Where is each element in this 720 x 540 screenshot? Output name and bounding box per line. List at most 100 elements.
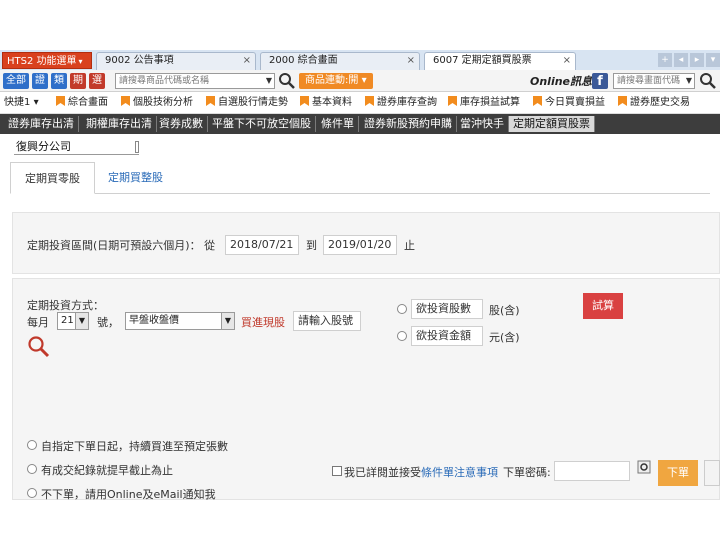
quick-item-label: 個股技術分析 [133, 97, 193, 108]
search-icon[interactable] [27, 335, 51, 359]
amount-radio[interactable] [397, 331, 407, 341]
stock-code-input[interactable]: 請輸入股號 [293, 311, 361, 331]
bookmark-icon [300, 96, 309, 106]
next-button[interactable] [704, 460, 720, 486]
menu-caret-icon: ▾ [78, 57, 83, 66]
tab-margin-ratio[interactable]: 資券成數 [155, 116, 208, 132]
sub-tabs: 定期買零股 定期買整股 [10, 162, 710, 194]
bookmark-icon [121, 96, 130, 106]
tab-conditional-order[interactable]: 條件單 [317, 116, 359, 132]
period-to-label: 到 [306, 239, 317, 252]
window-tab-strip: HTS2 功能選單 ▾ 9002 公告事項 × 2000 綜合畫面 × 6007 定期… [0, 50, 720, 70]
tab-day-trade[interactable]: 當沖快手 [456, 116, 509, 132]
terms-checkbox[interactable] [332, 466, 342, 476]
close-icon[interactable]: × [563, 53, 571, 69]
search-icon[interactable] [278, 72, 296, 90]
bookmark-icon [206, 96, 215, 106]
filter-futures-button[interactable]: 期 [70, 73, 86, 89]
window-tab-label: 9002 公告事項 [105, 55, 174, 66]
window-tab-6007[interactable]: 6007 定期定額買股票 × [424, 52, 576, 70]
amount-input[interactable]: 欲投資金額 [411, 326, 483, 346]
password-label: 下單密碼: [503, 466, 551, 479]
option-continue-label: 自指定下單日起，持續買進至預定張數 [41, 440, 228, 453]
main-toolbar: 全部 證 類 期 選 請搜尋商品代碼或名稱 ▼ 商品連動:開 ▾ Online訊息… [0, 70, 720, 92]
online-news-link[interactable]: Online訊息 [530, 73, 592, 89]
screen-search-input[interactable]: 請搜尋畫面代碼 ▼ [613, 73, 695, 89]
shares-radio[interactable] [397, 304, 407, 314]
option-continue-radio[interactable] [27, 440, 37, 450]
tab-short-restriction[interactable]: 平盤下不可放空個股 [208, 116, 316, 132]
filter-category-button[interactable]: 類 [51, 73, 67, 89]
quickbar-label: 快捷1 [4, 97, 31, 108]
quickbar-selector[interactable]: 快捷1 ▾ [4, 96, 39, 110]
quick-item-inventory[interactable]: 證券庫存查詢 [365, 96, 437, 110]
quick-item-technical[interactable]: 個股技術分析 [121, 96, 193, 110]
window-controls: + ◂ ▸ ▾ [656, 52, 720, 68]
quick-item-pl-calc[interactable]: 庫存損益試算 [448, 96, 520, 110]
quick-item-history[interactable]: 證券歷史交易 [618, 96, 690, 110]
quick-item-label: 綜合畫面 [68, 97, 108, 108]
window-tab-2000[interactable]: 2000 綜合畫面 × [260, 52, 420, 70]
password-input[interactable] [554, 461, 630, 481]
product-link-toggle[interactable]: 商品連動:開 ▾ [299, 73, 373, 89]
tab-odd-lot[interactable]: 定期買零股 [10, 162, 95, 194]
option-notify-label: 不下單，請用Online及eMail通知我 [41, 488, 216, 500]
calculate-button[interactable]: 試算 [583, 293, 623, 319]
filter-stock-button[interactable]: 證 [32, 73, 48, 89]
menu-icon[interactable]: ▾ [706, 53, 720, 67]
period-to-input[interactable]: 2019/01/20 [323, 235, 397, 255]
tab-stock-clearance[interactable]: 證券庫存出清 [4, 116, 79, 132]
hts-menu-label: HTS2 功能選單 [7, 56, 77, 67]
filter-options-button[interactable]: 選 [89, 73, 105, 89]
tab-ipo-subscription[interactable]: 證券新股預約申購 [360, 116, 457, 132]
scroll-right-icon[interactable]: ▸ [690, 53, 704, 67]
tab-round-lot[interactable]: 定期買整股 [94, 162, 177, 194]
option-stop-radio[interactable] [27, 464, 37, 474]
buy-cash-link[interactable]: 買進現股 [241, 314, 285, 330]
branch-select[interactable]: 復興分公司 [14, 139, 139, 155]
period-from-input[interactable]: 2018/07/21 [225, 235, 299, 255]
terms-link[interactable]: 條件單注意事項 [421, 466, 498, 479]
quick-item-watchlist[interactable]: 自選股行情走勢 [206, 96, 288, 110]
branch-value: 復興分公司 [16, 140, 71, 153]
keyboard-icon[interactable] [637, 460, 651, 474]
bookmark-icon [56, 96, 65, 106]
search-icon[interactable] [699, 72, 717, 90]
quick-item-label: 自選股行情走勢 [218, 97, 288, 108]
product-search-input[interactable]: 請搜尋商品代碼或名稱 ▼ [115, 73, 275, 89]
quick-item-label: 證券歷史交易 [630, 97, 690, 108]
dropdown-arrow-icon: ▾ [33, 97, 39, 108]
close-icon[interactable]: × [407, 53, 415, 69]
tab-periodic-investment[interactable]: 定期定額買股票 [509, 116, 595, 132]
window-tab-9002[interactable]: 9002 公告事項 × [96, 52, 256, 70]
day-select[interactable]: 21 ▼ [57, 312, 89, 330]
dropdown-arrow-icon[interactable]: ▼ [266, 74, 272, 88]
terms-prefix: 我已詳閱並接受 [344, 466, 421, 479]
shares-input[interactable]: 欲投資股數 [411, 299, 483, 319]
dropdown-handle[interactable] [135, 141, 139, 153]
scroll-left-icon[interactable]: ◂ [674, 53, 688, 67]
place-order-button[interactable]: 下單 [658, 460, 698, 486]
dropdown-arrow-icon[interactable]: ▼ [221, 313, 234, 329]
close-icon[interactable]: × [243, 53, 251, 69]
option-stop-label: 有成交紀錄就提早截止為止 [41, 464, 173, 477]
dropdown-arrow-icon: ▾ [361, 75, 367, 86]
price-type-select[interactable]: 早盤收盤價 ▼ [125, 312, 235, 330]
day-value: 21 [61, 315, 74, 326]
dropdown-arrow-icon[interactable]: ▼ [686, 74, 692, 88]
filter-all-button[interactable]: 全部 [3, 73, 29, 89]
add-icon[interactable]: + [658, 53, 672, 67]
facebook-icon[interactable]: f [592, 73, 608, 89]
tab-futures-clearance[interactable]: 期權庫存出清 [82, 116, 157, 132]
quick-item-today-pl[interactable]: 今日買賣損益 [533, 96, 605, 110]
dropdown-arrow-icon[interactable]: ▼ [75, 313, 88, 329]
quick-item-label: 證券庫存查詢 [377, 97, 437, 108]
bookmark-icon [448, 96, 457, 106]
quick-item-overview[interactable]: 綜合畫面 [56, 96, 108, 110]
option-notify-radio[interactable] [27, 488, 37, 498]
amount-unit: 元(含) [489, 331, 520, 344]
quick-item-basic-info[interactable]: 基本資料 [300, 96, 352, 110]
shares-unit: 股(含) [489, 304, 520, 317]
hts-menu-button[interactable]: HTS2 功能選單 ▾ [2, 52, 92, 69]
bookmark-icon [533, 96, 542, 106]
